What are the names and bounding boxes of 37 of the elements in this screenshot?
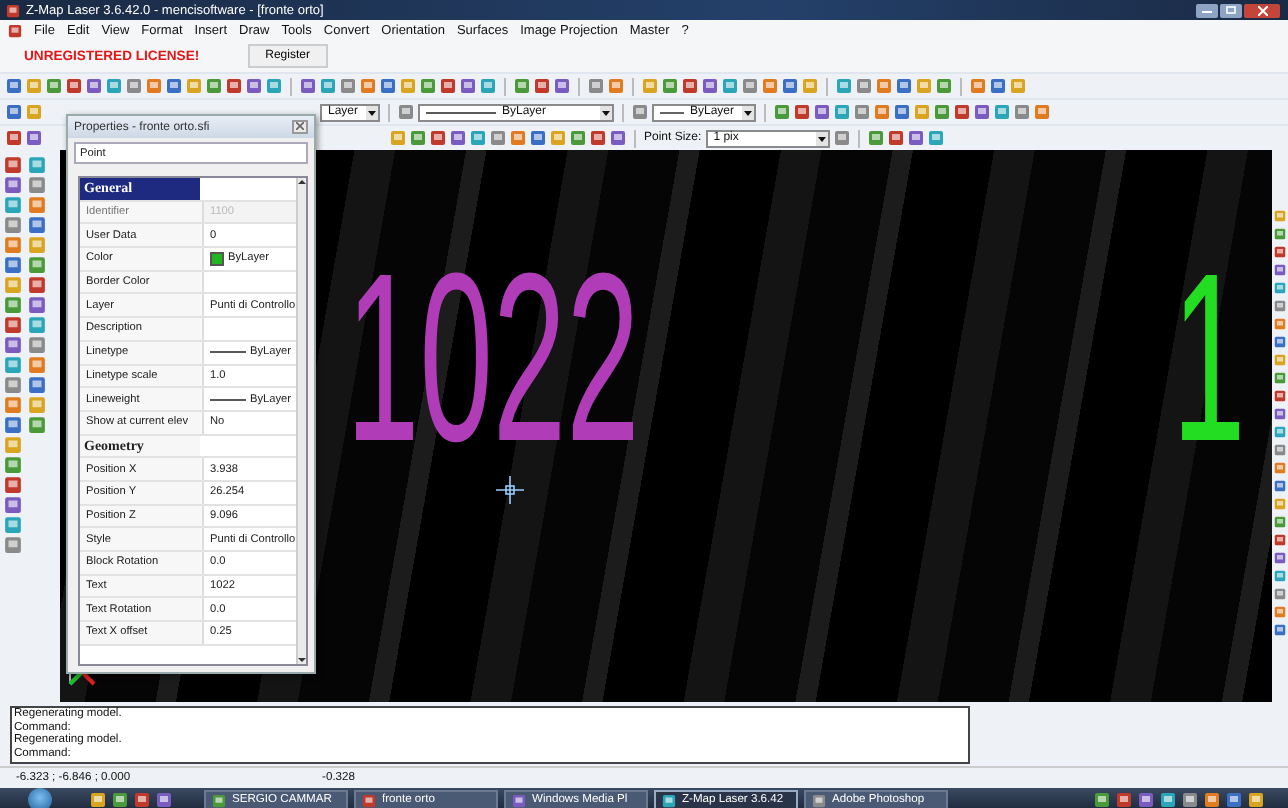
point-label: 1022 <box>346 238 640 478</box>
crosshair-icon <box>496 476 524 504</box>
app-icon[interactable] <box>512 793 526 807</box>
tool-icon[interactable] <box>1274 264 1286 276</box>
dropdown-arrow-icon <box>815 131 828 145</box>
app-icon[interactable] <box>662 793 676 807</box>
properties-dialog[interactable] <box>66 114 316 674</box>
close-icon <box>296 122 304 130</box>
line-preview-icon <box>426 109 496 115</box>
start-button[interactable] <box>28 788 52 808</box>
scroll-up-icon[interactable] <box>297 178 306 186</box>
app-icon[interactable] <box>212 793 226 807</box>
line-preview-icon <box>210 395 246 404</box>
tool-icon[interactable] <box>1274 408 1286 420</box>
close-icon <box>1257 5 1267 15</box>
dropdown-arrow-icon <box>366 105 378 119</box>
app-icon[interactable] <box>362 793 376 807</box>
minimize-icon <box>1202 6 1212 14</box>
tool-icon[interactable] <box>1274 534 1286 546</box>
tool-icon[interactable] <box>1274 552 1286 564</box>
app-icon[interactable] <box>812 793 826 807</box>
maximize-icon <box>1226 6 1236 14</box>
scrollbar[interactable] <box>295 178 306 664</box>
point-label: 1 <box>1172 238 1246 478</box>
tool-icon[interactable] <box>1274 246 1286 258</box>
tool-icon[interactable] <box>1274 390 1286 402</box>
dropdown-arrow-icon <box>742 105 754 119</box>
tool-icon[interactable] <box>1274 480 1286 492</box>
dropdown-arrow-icon <box>600 105 612 119</box>
minimize-button[interactable] <box>1196 3 1218 17</box>
line-preview-icon <box>660 109 684 115</box>
tool-icon[interactable] <box>1274 624 1286 636</box>
line-preview-icon <box>210 348 246 357</box>
scroll-down-icon[interactable] <box>297 656 306 664</box>
maximize-button[interactable] <box>1220 3 1242 17</box>
tool-icon[interactable] <box>1274 336 1286 348</box>
close-button[interactable] <box>1244 3 1280 17</box>
